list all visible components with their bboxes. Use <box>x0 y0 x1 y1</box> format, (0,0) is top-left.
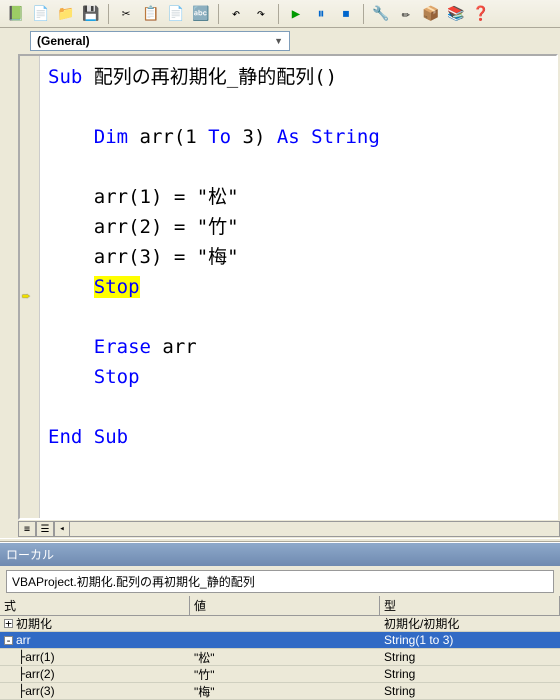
toolbar-new-icon[interactable]: 📄 <box>30 3 52 25</box>
toolbar-paste-icon[interactable]: 📄 <box>165 3 187 25</box>
locals-grid: 式 値 型 +初期化 初期化/初期化 -arr String(1 to 3) ├ arr… <box>0 597 560 700</box>
toolbar-break-icon[interactable]: ⏸ <box>310 3 332 25</box>
toolbar-find-icon[interactable]: 🔤 <box>190 3 212 25</box>
object-procedure-bar: (General) ▼ <box>0 28 560 54</box>
tree-toggle-icon[interactable]: - <box>4 636 13 645</box>
locals-cell-expr: ├ arr(2) <box>0 667 190 681</box>
locals-cell-type: 初期化/初期化 <box>380 615 560 632</box>
code-pane: ➨ Sub 配列の再初期化_静的配列() Dim arr(1 To 3) As … <box>18 54 558 520</box>
tree-toggle-icon[interactable]: + <box>4 619 13 628</box>
locals-header-row: 式 値 型 <box>0 598 560 615</box>
locals-cell-expr: ├ arr(1) <box>0 650 190 664</box>
procedure-view-button[interactable]: ≡ <box>18 521 36 537</box>
locals-row[interactable]: ├ arr(3)"梅"String <box>0 683 560 700</box>
locals-cell-type: String <box>380 684 560 698</box>
locals-row[interactable]: ├ arr(2)"竹"String <box>0 666 560 683</box>
code-editor[interactable]: Sub 配列の再初期化_静的配列() Dim arr(1 To 3) As St… <box>40 56 556 518</box>
locals-cell-type: String(1 to 3) <box>380 633 560 647</box>
chevron-down-icon: ▼ <box>274 36 283 46</box>
toolbar-excel-icon[interactable]: 📗 <box>5 3 27 25</box>
locals-cell-type: String <box>380 650 560 664</box>
scroll-left-button[interactable]: ◂ <box>54 521 70 537</box>
locals-header-expr[interactable]: 式 <box>0 596 190 616</box>
toolbar-help-icon[interactable]: ❓ <box>470 3 492 25</box>
toolbar-design-icon[interactable]: 🔧 <box>370 3 392 25</box>
locals-window-title: ローカル <box>0 542 560 566</box>
toolbar-properties-icon[interactable]: 📦 <box>420 3 442 25</box>
locals-cell-expr: -arr <box>0 633 190 647</box>
locals-cell-value: "松" <box>190 649 380 666</box>
toolbar-project-icon[interactable]: ✏ <box>395 3 417 25</box>
toolbar-save-icon[interactable]: 💾 <box>80 3 102 25</box>
main-toolbar: 📗 📄 📁 💾 ✂ 📋 📄 🔤 ↶ ↷ ▶ ⏸ ⏹ 🔧 ✏ 📦 📚 ❓ <box>0 0 560 28</box>
toolbar-run-icon[interactable]: ▶ <box>285 3 307 25</box>
execution-pointer-icon: ➨ <box>22 289 30 305</box>
full-module-view-button[interactable]: ☰ <box>36 521 54 537</box>
object-dropdown-label: (General) <box>37 34 90 48</box>
locals-row[interactable]: -arr String(1 to 3) <box>0 632 560 649</box>
locals-row[interactable]: +初期化 初期化/初期化 <box>0 615 560 632</box>
margin-indicator-bar: ➨ <box>20 56 40 518</box>
toolbar-copy-icon[interactable]: 📋 <box>140 3 162 25</box>
locals-cell-type: String <box>380 667 560 681</box>
object-dropdown[interactable]: (General) ▼ <box>30 31 290 51</box>
locals-cell-expr: +初期化 <box>0 615 190 632</box>
toolbar-undo-icon[interactable]: ↶ <box>225 3 247 25</box>
toolbar-object-browser-icon[interactable]: 📚 <box>445 3 467 25</box>
locals-cell-expr: ├ arr(3) <box>0 684 190 698</box>
toolbar-open-icon[interactable]: 📁 <box>55 3 77 25</box>
toolbar-redo-icon[interactable]: ↷ <box>250 3 272 25</box>
locals-cell-value: "竹" <box>190 666 380 683</box>
toolbar-reset-icon[interactable]: ⏹ <box>335 3 357 25</box>
horizontal-scrollbar[interactable] <box>70 521 560 537</box>
locals-cell-value: "梅" <box>190 683 380 700</box>
locals-row[interactable]: ├ arr(1)"松"String <box>0 649 560 666</box>
locals-header-type[interactable]: 型 <box>380 596 560 616</box>
view-mode-buttons: ≡ ☰ ◂ <box>0 520 560 538</box>
locals-context: VBAProject.初期化.配列の再初期化_静的配列 <box>6 570 554 593</box>
toolbar-cut-icon[interactable]: ✂ <box>115 3 137 25</box>
locals-header-value[interactable]: 値 <box>190 596 380 616</box>
